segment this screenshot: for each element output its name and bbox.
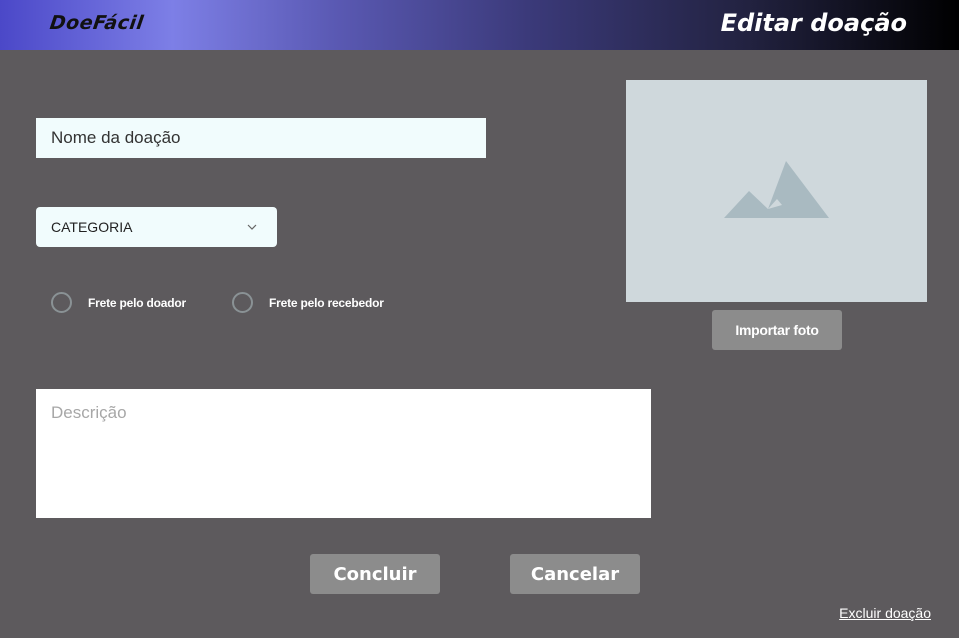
chevron-down-icon (246, 221, 258, 233)
radio-option-shipping-receiver[interactable]: Frete pelo recebedor (232, 292, 384, 313)
category-dropdown-label: CATEGORIA (51, 219, 133, 235)
radio-button-shipping-donor[interactable] (51, 292, 72, 313)
description-textarea[interactable] (36, 389, 651, 518)
cancel-button[interactable]: Cancelar (510, 554, 640, 594)
radio-option-shipping-donor[interactable]: Frete pelo doador (51, 292, 186, 313)
header-bar: DoeFácil Editar doação (0, 0, 959, 50)
radio-label-shipping-receiver: Frete pelo recebedor (269, 295, 384, 310)
photo-preview (626, 80, 927, 302)
page-title: Editar doação (720, 9, 907, 37)
image-placeholder-icon (723, 161, 829, 218)
confirm-button[interactable]: Concluir (310, 554, 440, 594)
app-logo[interactable]: DoeFácil (48, 12, 145, 34)
donation-name-input[interactable] (36, 118, 486, 158)
delete-donation-link[interactable]: Excluir doação (839, 605, 931, 621)
radio-button-shipping-receiver[interactable] (232, 292, 253, 313)
category-dropdown[interactable]: CATEGORIA (36, 207, 277, 247)
radio-label-shipping-donor: Frete pelo doador (88, 295, 186, 310)
import-photo-button[interactable]: Importar foto (712, 310, 842, 350)
edit-donation-window: DoeFácil Editar doação CATEGORIA Frete p… (0, 0, 959, 638)
